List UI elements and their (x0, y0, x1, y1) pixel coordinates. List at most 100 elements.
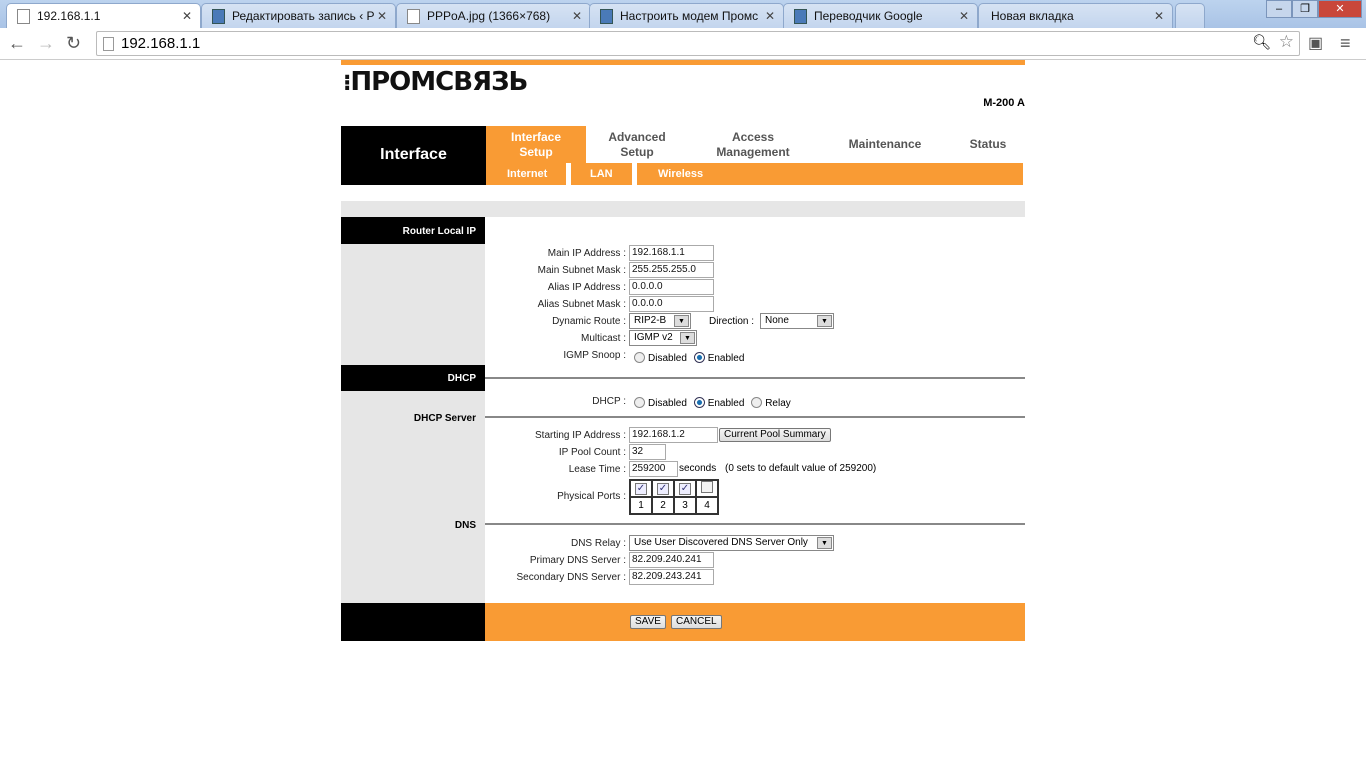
brand-logo: ⁝ПРОМСВЯЗЬ (343, 67, 528, 97)
translate-icon (794, 9, 807, 24)
cancel-button[interactable]: CANCEL (671, 615, 722, 629)
back-icon[interactable]: ← (8, 33, 26, 54)
tab-maintenance[interactable]: Maintenance (830, 126, 940, 163)
main-ip-input[interactable]: 192.168.1.1 (629, 245, 714, 261)
lease-unit: seconds (679, 463, 717, 474)
section-router-local-ip: Router Local IP (341, 217, 485, 244)
nav-section-title: Interface (341, 126, 486, 185)
tab-status[interactable]: Status (955, 126, 1021, 163)
close-tab-icon[interactable]: ✕ (1154, 9, 1164, 23)
browser-tab[interactable]: 192.168.1.1 ✕ (6, 3, 201, 28)
port-4-checkbox[interactable] (701, 481, 713, 493)
dhcp-mode-radio-group: Disabled Enabled Relay (634, 397, 795, 409)
subsection-dhcp-server: DHCP Server (413, 413, 476, 424)
port-number: 4 (695, 496, 719, 515)
forward-icon[interactable]: → (37, 33, 55, 54)
browser-tab[interactable]: Новая вкладка ✕ (978, 3, 1173, 28)
extension-icon[interactable]: ▣ (1308, 33, 1323, 53)
dns-relay-select[interactable]: Use User Discovered DNS Server Only ▼ (629, 535, 834, 551)
window-controls: ‒ ❐ ✕ (1266, 0, 1362, 18)
igmp-enabled-radio[interactable] (693, 352, 705, 363)
tab-advanced-setup[interactable]: Advanced Setup (587, 126, 687, 163)
monitor-icon (212, 9, 225, 24)
subsection-dns: DNS (454, 520, 476, 531)
physical-ports-table: ✓ ✓ ✓ 1 2 3 4 (629, 479, 719, 515)
chevron-down-icon: ▼ (817, 315, 832, 327)
maximize-icon[interactable]: ❐ (1292, 0, 1318, 18)
label: Physical Ports : (557, 491, 626, 502)
reload-icon[interactable]: ↻ (66, 33, 81, 54)
main-subnet-input[interactable]: 255.255.255.0 (629, 262, 714, 278)
port-2-checkbox[interactable]: ✓ (657, 482, 669, 495)
dhcp-enabled-radio[interactable] (693, 397, 705, 408)
alias-ip-input[interactable]: 0.0.0.0 (629, 279, 714, 295)
model-name: M-200 A (983, 97, 1025, 109)
section-dhcp: DHCP (341, 365, 485, 391)
chevron-down-icon: ▼ (817, 537, 832, 549)
menu-icon[interactable]: ≡ (1340, 33, 1351, 54)
label: Dynamic Route : (552, 316, 626, 327)
close-tab-icon[interactable]: ✕ (182, 9, 192, 23)
label: DHCP : (592, 396, 626, 407)
label: IGMP Snoop : (563, 350, 626, 361)
address-bar[interactable]: 192.168.1.1 🔍︎ ☆ (96, 31, 1300, 56)
chevron-down-icon: ▼ (680, 332, 695, 344)
primary-dns-input[interactable]: 82.209.240.241 (629, 552, 714, 568)
browser-tab-bar: 192.168.1.1 ✕ Редактировать запись ‹ Р ✕ P… (0, 0, 1366, 28)
save-button[interactable]: SAVE (630, 615, 666, 629)
label: Main IP Address : (547, 248, 626, 259)
port-1-checkbox[interactable]: ✓ (635, 482, 647, 495)
multicast-select[interactable]: IGMP v2 ▼ (629, 330, 697, 346)
minimize-icon[interactable]: ‒ (1266, 0, 1292, 18)
close-tab-icon[interactable]: ✕ (377, 9, 387, 23)
alias-subnet-input[interactable]: 0.0.0.0 (629, 296, 714, 312)
browser-tab[interactable]: Настроить модем Промс ✕ (589, 3, 784, 28)
zoom-icon[interactable]: 🔍︎ (1252, 33, 1271, 51)
browser-tab[interactable]: Переводчик Google ✕ (783, 3, 978, 28)
page-icon (407, 9, 420, 24)
page-icon (103, 37, 114, 51)
dynamic-route-select[interactable]: RIP2-B ▼ (629, 313, 691, 329)
subtab-divider (566, 163, 571, 185)
label: Alias IP Address : (547, 282, 626, 293)
port-number: 3 (673, 496, 697, 515)
subtab-wireless[interactable]: Wireless (658, 168, 703, 180)
label: Starting IP Address : (535, 430, 626, 441)
browser-tab[interactable]: PPPoA.jpg (1366×768) ✕ (396, 3, 591, 28)
subtab-lan[interactable]: LAN (590, 168, 613, 180)
monitor-icon (600, 9, 613, 24)
igmp-disabled-radio[interactable] (634, 352, 645, 363)
star-icon[interactable]: ☆ (1279, 32, 1294, 52)
tab-access-management[interactable]: Access Management (690, 126, 816, 163)
port-3-checkbox[interactable]: ✓ (679, 482, 691, 495)
divider (485, 416, 1025, 418)
ip-pool-count-input[interactable]: 32 (629, 444, 666, 460)
label: Direction : (709, 316, 755, 327)
lease-time-input[interactable]: 259200 (629, 461, 678, 477)
subtab-divider (632, 163, 637, 185)
footer-left (341, 603, 485, 641)
label: IP Pool Count : (558, 447, 626, 458)
close-window-icon[interactable]: ✕ (1318, 0, 1362, 18)
direction-select[interactable]: None ▼ (760, 313, 834, 329)
subtab-internet[interactable]: Internet (507, 168, 547, 180)
secondary-dns-input[interactable]: 82.209.243.241 (629, 569, 714, 585)
label: Main Subnet Mask : (537, 265, 626, 276)
close-tab-icon[interactable]: ✕ (572, 9, 582, 23)
footer-bar (485, 603, 1025, 641)
close-tab-icon[interactable]: ✕ (765, 9, 775, 23)
browser-tab[interactable]: Редактировать запись ‹ Р ✕ (201, 3, 396, 28)
dhcp-relay-radio[interactable] (751, 397, 763, 408)
new-tab-button[interactable] (1175, 3, 1205, 28)
current-pool-summary-button[interactable]: Current Pool Summary (719, 428, 831, 442)
port-number: 2 (651, 496, 675, 515)
igmp-snoop-radio-group: Disabled Enabled (634, 352, 748, 364)
page-icon (17, 9, 30, 24)
top-accent-line (341, 60, 1025, 65)
close-tab-icon[interactable]: ✕ (959, 9, 969, 23)
dhcp-disabled-radio[interactable] (634, 397, 645, 408)
label: Primary DNS Server : (529, 555, 626, 566)
tab-interface-setup[interactable]: Interface Setup (486, 126, 586, 163)
starting-ip-input[interactable]: 192.168.1.2 (629, 427, 718, 443)
label: Multicast : (580, 333, 626, 344)
